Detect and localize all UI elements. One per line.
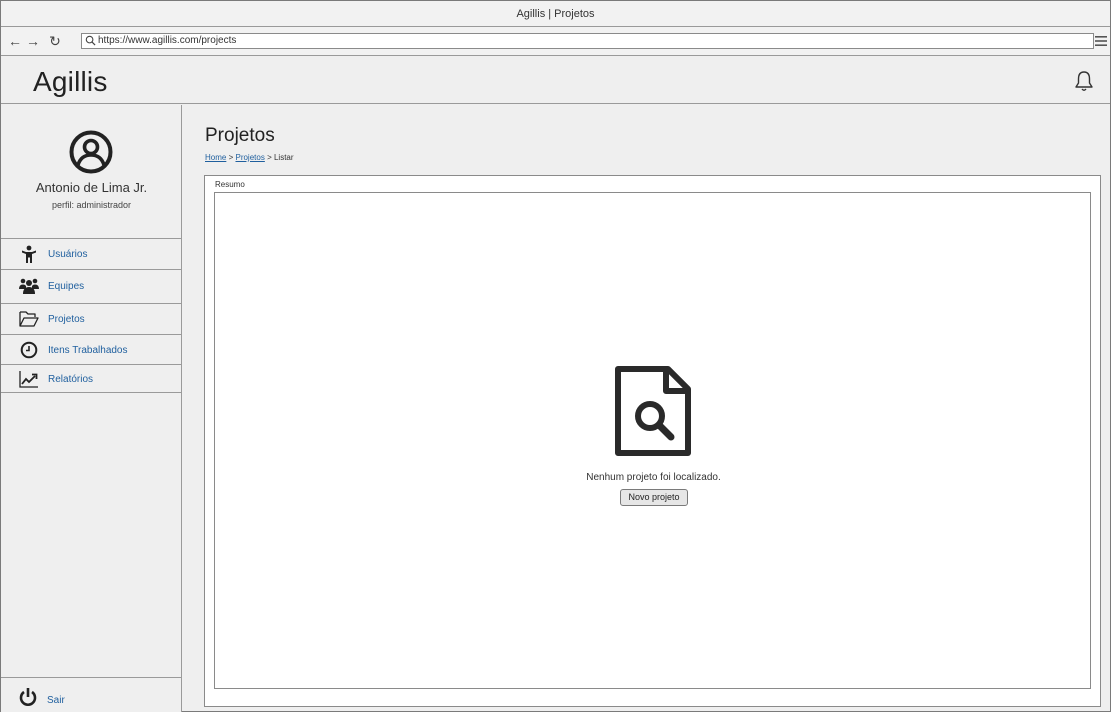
back-arrow-icon[interactable]: ← [7, 33, 23, 49]
user-avatar-icon [69, 130, 113, 174]
new-project-button[interactable]: Novo projeto [620, 489, 688, 506]
page-title: Projetos [205, 125, 275, 146]
sidebar-item-label: Equipes [48, 281, 85, 292]
sidebar-item-label: Itens Trabalhados [48, 345, 128, 356]
window-title-bar: Agillis | Projetos [1, 1, 1110, 27]
sidebar-item-itens-trabalhados[interactable]: Itens Trabalhados [1, 334, 182, 364]
address-bar: ← → ↻ https://www.agillis.com/projects [1, 27, 1110, 56]
hamburger-menu-icon[interactable] [1095, 34, 1107, 48]
breadcrumb-separator: > [267, 153, 272, 162]
breadcrumb-home-link[interactable]: Home [205, 153, 226, 162]
breadcrumb-projects-link[interactable]: Projetos [235, 153, 264, 162]
sidebar-item-label: Usuários [48, 249, 88, 260]
empty-state-area: Nenhum projeto foi localizado. Novo proj… [214, 192, 1091, 689]
breadcrumb: Home > Projetos > Listar [205, 153, 294, 162]
browser-window: Agillis | Projetos ← → ↻ https://www.agi… [0, 0, 1111, 712]
summary-panel: Resumo Nenhum projeto foi localizado. No… [204, 175, 1101, 707]
sidebar-item-projetos[interactable]: Projetos [1, 303, 182, 334]
sidebar: Antonio de Lima Jr. perfil: administrado… [1, 105, 182, 712]
power-icon [19, 688, 37, 706]
app-header: Agillis [1, 57, 1110, 104]
url-input[interactable]: https://www.agillis.com/projects [81, 33, 1094, 49]
url-text: https://www.agillis.com/projects [98, 35, 237, 46]
summary-panel-label: Resumo [215, 180, 245, 189]
sidebar-item-equipes[interactable]: Equipes [1, 269, 182, 303]
file-search-icon [615, 366, 691, 456]
window-title: Agillis | Projetos [516, 8, 595, 20]
sidebar-item-label: Projetos [48, 314, 85, 325]
main-content: Projetos Home > Projetos > Listar Resumo… [183, 105, 1111, 712]
sidebar-item-usuarios[interactable]: Usuários [1, 238, 182, 269]
sidebar-item-relatorios[interactable]: Relatórios [1, 364, 182, 392]
app-brand[interactable]: Agillis [33, 66, 108, 98]
user-name: Antonio de Lima Jr. [35, 180, 148, 195]
reload-icon[interactable]: ↻ [47, 33, 63, 49]
team-icon [19, 278, 39, 294]
logout-label: Sair [47, 695, 65, 706]
folder-icon [19, 311, 39, 327]
user-icon [22, 245, 36, 263]
chart-icon [19, 371, 38, 388]
sidebar-item-label: Relatórios [48, 374, 94, 385]
logout-button[interactable]: Sair [1, 677, 182, 712]
search-icon [85, 35, 96, 46]
user-role: perfil: administrador [51, 200, 132, 210]
forward-arrow-icon[interactable]: → [25, 33, 41, 49]
breadcrumb-current: Listar [273, 153, 294, 162]
empty-state-message: Nenhum projeto foi localizado. [586, 472, 721, 483]
breadcrumb-separator: > [228, 153, 234, 162]
sidebar-divider [1, 392, 182, 393]
clock-icon [20, 341, 38, 359]
bell-icon[interactable] [1074, 70, 1094, 92]
